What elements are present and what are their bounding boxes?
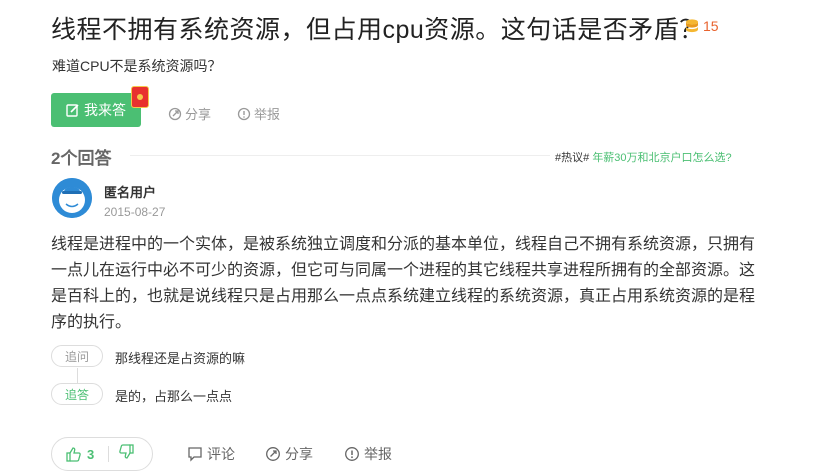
answer-button-label: 我来答: [84, 102, 126, 118]
thumbs-down-icon: [119, 444, 134, 459]
reward-badge: 15: [684, 18, 719, 34]
hot-topic[interactable]: #热议# 年薪30万和北京户口怎么选?: [555, 149, 732, 165]
vote-box: 3: [51, 437, 153, 471]
share-answer-label: 分享: [285, 446, 313, 462]
question-title: 线程不拥有系统资源，但占用cpu资源。这句话是否矛盾？: [51, 16, 705, 44]
section-divider: [130, 155, 550, 156]
question-description: 难道CPU不是系统资源吗？: [52, 58, 222, 74]
hot-topic-link[interactable]: 年薪30万和北京户口怎么选?: [592, 152, 731, 164]
comment-icon: [188, 447, 202, 462]
followup-ask-tag: 追问: [51, 345, 103, 367]
share-answer-button[interactable]: 分享: [265, 444, 313, 464]
report-label: 举报: [254, 107, 281, 122]
warning-icon: [345, 447, 359, 461]
avatar[interactable]: [52, 178, 92, 218]
comment-button[interactable]: 评论: [187, 444, 235, 464]
comment-label: 评论: [207, 446, 235, 462]
followup-reply-tag: 追答: [51, 383, 103, 405]
upvote-count: 3: [87, 446, 95, 462]
share-icon: [266, 447, 280, 461]
reward-amount: 15: [703, 18, 719, 34]
answer-date: 2015-08-27: [104, 205, 166, 219]
answers-count: 2个回答: [51, 149, 112, 168]
share-label: 分享: [185, 107, 212, 122]
share-icon: [168, 107, 182, 120]
share-question-button[interactable]: 分享: [168, 104, 211, 123]
answer-button[interactable]: 我来答: [51, 93, 141, 127]
vote-separator: [108, 446, 110, 462]
upvote-button[interactable]: 3: [66, 447, 94, 462]
author-name[interactable]: 匿名用户: [104, 182, 156, 201]
thumbs-up-icon: [66, 446, 81, 462]
hot-topic-tag: #热议#: [555, 152, 590, 164]
downvote-button[interactable]: [119, 444, 134, 464]
followup-ask-text: 那线程还是占资源的嘛: [115, 351, 246, 366]
report-answer-button[interactable]: 举报: [344, 444, 392, 464]
warning-icon: [237, 107, 251, 120]
edit-icon: [66, 104, 79, 117]
report-answer-label: 举报: [364, 446, 392, 462]
anonymous-avatar-icon: [52, 178, 92, 218]
answer-content: 线程是进程中的一个实体，是被系统独立调度和分派的基本单位，线程自己不拥有系统资源…: [51, 236, 756, 331]
followup-reply-text: 是的，占那么一点点: [115, 389, 233, 404]
report-question-button[interactable]: 举报: [237, 104, 280, 123]
coin-icon: [686, 19, 698, 33]
red-packet-icon[interactable]: [131, 86, 149, 108]
